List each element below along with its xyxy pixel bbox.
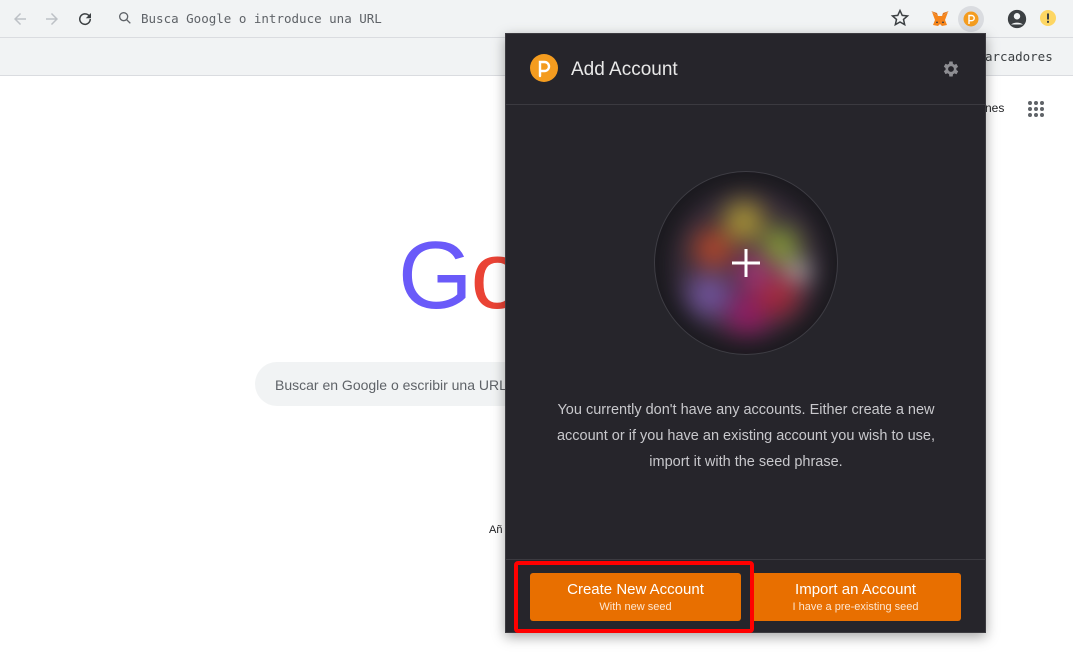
reload-icon xyxy=(79,13,92,26)
arrow-right-icon xyxy=(46,13,58,25)
google-apps-link[interactable]: nes xyxy=(985,101,1004,115)
apps-grid-icon[interactable] xyxy=(1028,101,1044,117)
update-badge[interactable] xyxy=(1040,10,1056,26)
polkadot-logo-icon xyxy=(530,54,558,82)
import-account-button[interactable]: Import an Account I have a pre-existing … xyxy=(750,573,961,621)
metamask-extension[interactable] xyxy=(927,6,953,32)
gear-icon[interactable] xyxy=(941,59,961,79)
polkadot-extension[interactable] xyxy=(958,6,984,32)
back-button[interactable] xyxy=(8,7,32,31)
google-search-placeholder: Buscar en Google o escribir una URL xyxy=(275,377,507,393)
no-accounts-message: You currently don't have any accounts. E… xyxy=(556,402,936,470)
fox-icon xyxy=(931,11,949,26)
arrow-left-icon xyxy=(14,13,26,25)
polkadot-icon xyxy=(963,11,979,27)
search-icon xyxy=(119,11,131,24)
plus-icon xyxy=(655,172,837,354)
star-icon[interactable] xyxy=(890,8,910,28)
add-account-avatar[interactable] xyxy=(654,171,838,355)
profile-icon[interactable] xyxy=(1006,8,1028,30)
omnibox-placeholder: Busca Google o introduce una URL xyxy=(141,11,382,26)
omnibox[interactable]: Busca Google o introduce una URL xyxy=(106,5,918,33)
highlight-box xyxy=(514,561,754,633)
import-button-label: Import an Account xyxy=(795,581,916,598)
google-logo: Go xyxy=(398,222,524,329)
extension-popup: Add Account You currently don't have any… xyxy=(505,33,986,633)
import-button-sublabel: I have a pre-existing seed xyxy=(792,601,919,613)
popup-title: Add Account xyxy=(571,59,678,80)
other-bookmarks[interactable]: arcadores xyxy=(985,49,1053,64)
popup-header: Add Account xyxy=(506,34,985,105)
reload-button[interactable] xyxy=(73,7,97,31)
alert-icon xyxy=(1047,13,1049,23)
google-footer-text[interactable]: Añ xyxy=(489,524,502,536)
forward-button[interactable] xyxy=(40,7,64,31)
